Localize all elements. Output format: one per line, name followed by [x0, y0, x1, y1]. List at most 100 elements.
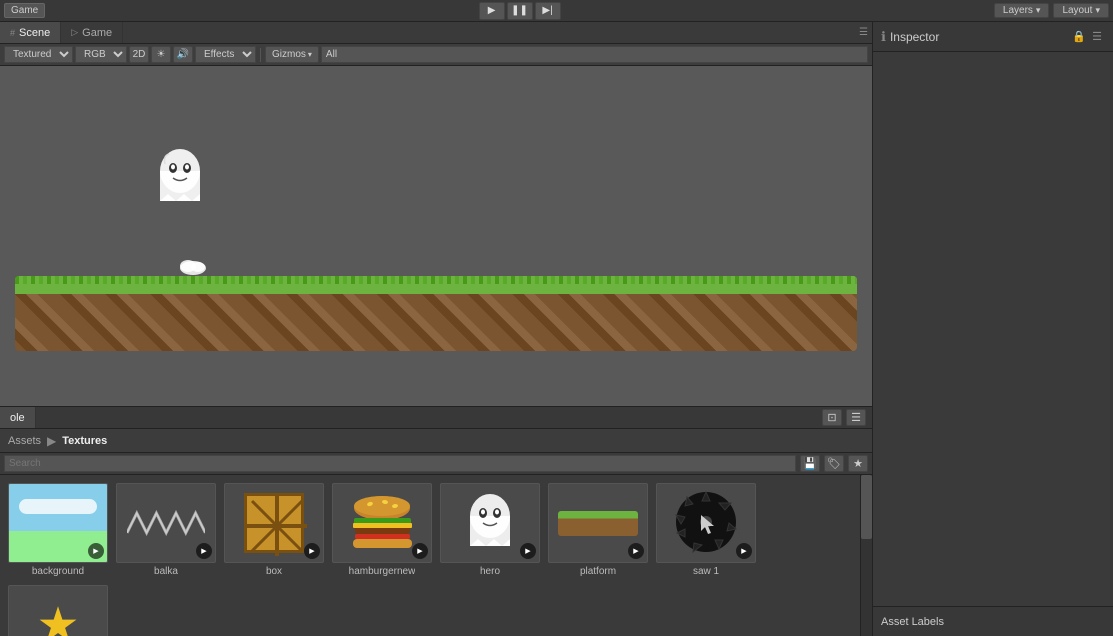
- star-preview: ★: [36, 597, 79, 636]
- platform-preview: [558, 511, 638, 536]
- playback-controls: ▶ ❚❚ ▶|: [479, 2, 561, 20]
- asset-item-platform[interactable]: ▶ platform: [548, 483, 648, 577]
- step-button[interactable]: ▶|: [535, 2, 561, 20]
- burger-preview: [350, 496, 415, 551]
- asset-thumb-background: ▶: [8, 483, 108, 563]
- asset-item-background[interactable]: ▶ background: [8, 483, 108, 577]
- asset-play-hamburgernew[interactable]: ▶: [412, 543, 428, 559]
- asset-item-hamburgernew[interactable]: ▶ hamburgernew: [332, 483, 432, 577]
- asset-item-box[interactable]: ▶ box: [224, 483, 324, 577]
- assets-breadcrumb-textures: Textures: [62, 435, 107, 447]
- asset-thumb-hero: ▶: [440, 483, 540, 563]
- ghost-character: [155, 146, 205, 211]
- asset-play-hero[interactable]: ▶: [520, 543, 536, 559]
- scene-toolbar: Textured RGB 2D ☀ 🔊 Effects Gizmos: [0, 44, 872, 66]
- dirt: [15, 294, 857, 351]
- asset-play-saw[interactable]: ▶: [736, 543, 752, 559]
- asset-label-balka: balka: [154, 566, 178, 577]
- inspector-menu-btn[interactable]: ☰: [1089, 29, 1105, 45]
- asset-play-balka[interactable]: ▶: [196, 543, 212, 559]
- scene-hash-icon: #: [10, 28, 15, 38]
- assets-search-bar: 💾 🏷 ★: [0, 453, 872, 475]
- bottom-tabs: ole ⊡ ☰: [0, 407, 872, 429]
- scene-game-tabs: # Scene ▷ Game ☰: [0, 22, 872, 44]
- asset-label-hero: hero: [480, 566, 500, 577]
- game-tab-label: Game: [82, 27, 112, 39]
- asset-label-platform: platform: [580, 566, 616, 577]
- asset-thumb-hamburgernew: ▶: [332, 483, 432, 563]
- hero-preview: [465, 491, 515, 556]
- bottom-tab-right-btns: ⊡ ☰: [822, 407, 872, 428]
- asset-item-hero[interactable]: ▶ hero: [440, 483, 540, 577]
- console-tab[interactable]: ole: [0, 407, 36, 428]
- inspector-title: Inspector: [890, 30, 939, 44]
- scene-content: [0, 66, 872, 406]
- effects-select[interactable]: Effects: [195, 46, 256, 63]
- scene-tab-label: Scene: [19, 27, 50, 39]
- box-preview: [244, 493, 304, 553]
- asset-item-balka[interactable]: ▶ balka: [116, 483, 216, 577]
- assets-search-input[interactable]: [4, 455, 796, 472]
- asset-thumb-balka: ▶: [116, 483, 216, 563]
- game-play-icon: ▷: [71, 27, 78, 38]
- asset-item-saw[interactable]: ▶ saw 1: [656, 483, 756, 577]
- tab-scene[interactable]: # Scene: [0, 22, 61, 43]
- left-panel: # Scene ▷ Game ☰ Textured RGB 2D ☀ 🔊 Eff…: [0, 22, 873, 636]
- assets-scrollbar[interactable]: [860, 475, 872, 636]
- render-mode-select[interactable]: Textured: [4, 46, 73, 63]
- assets-star-btn[interactable]: ★: [848, 455, 868, 472]
- top-bar-right: Layers Layout: [994, 3, 1113, 18]
- saw-preview: [671, 487, 741, 560]
- asset-thumb-platform: ▶: [548, 483, 648, 563]
- color-space-select[interactable]: RGB: [75, 46, 127, 63]
- speaker-btn[interactable]: 🔊: [173, 46, 193, 63]
- sun-btn[interactable]: ☀: [151, 46, 171, 63]
- toolbar-sep-1: [260, 48, 261, 62]
- bottom-more-btn[interactable]: ☰: [846, 409, 866, 426]
- top-bar: Game ▶ ❚❚ ▶| Layers Layout: [0, 0, 1113, 22]
- scene-tabs-menu[interactable]: ☰: [859, 22, 872, 43]
- layers-dropdown[interactable]: Layers: [994, 3, 1050, 18]
- scene-search-input[interactable]: [321, 46, 868, 63]
- assets-items-list: ▶ background: [0, 475, 860, 636]
- layout-dropdown[interactable]: Layout: [1053, 3, 1109, 18]
- assets-breadcrumb-assets[interactable]: Assets: [8, 435, 41, 447]
- right-panel: ℹ Inspector 🔒 ☰ Asset Labels: [873, 22, 1113, 636]
- main-area: # Scene ▷ Game ☰ Textured RGB 2D ☀ 🔊 Eff…: [0, 22, 1113, 636]
- assets-content: ▶ background: [0, 475, 872, 636]
- inspector-body: [873, 52, 1113, 606]
- assets-tag-btn[interactable]: 🏷: [824, 455, 844, 472]
- scene-viewport[interactable]: [0, 66, 872, 406]
- game-label-btn[interactable]: Game: [4, 3, 45, 18]
- bottom-panel: ole ⊡ ☰ Assets ▶ Textures 💾 🏷 ★: [0, 406, 872, 636]
- asset-label-box: box: [266, 566, 282, 577]
- asset-thumb-star: ★ ▶: [8, 585, 108, 636]
- cloud-object: [178, 256, 208, 276]
- asset-label-hamburgernew: hamburgernew: [349, 566, 416, 577]
- balka-preview: [127, 508, 205, 538]
- play-button[interactable]: ▶: [479, 2, 505, 20]
- pause-button[interactable]: ❚❚: [507, 2, 533, 20]
- console-tab-label: ole: [10, 412, 25, 424]
- asset-labels-title: Asset Labels: [881, 616, 944, 628]
- asset-label-background: background: [32, 566, 84, 577]
- assets-save-btn[interactable]: 💾: [800, 455, 820, 472]
- asset-item-star[interactable]: ★ ▶ star: [8, 585, 108, 636]
- asset-labels-section: Asset Labels: [873, 606, 1113, 636]
- asset-play-box[interactable]: ▶: [304, 543, 320, 559]
- gizmos-btn[interactable]: Gizmos: [265, 46, 319, 63]
- tab-game[interactable]: ▷ Game: [61, 22, 123, 43]
- assets-header: Assets ▶ Textures: [0, 429, 872, 453]
- top-bar-left: Game: [0, 3, 45, 18]
- background-clouds: [19, 499, 97, 514]
- bottom-lock-btn[interactable]: ⊡: [822, 409, 842, 426]
- assets-scrollbar-thumb[interactable]: [861, 475, 872, 539]
- inspector-icon: ℹ: [881, 29, 886, 45]
- asset-play-platform[interactable]: ▶: [628, 543, 644, 559]
- asset-play-background[interactable]: ▶: [88, 543, 104, 559]
- asset-thumb-saw: ▶: [656, 483, 756, 563]
- inspector-lock-btn[interactable]: 🔒: [1071, 29, 1087, 45]
- 2d-mode-btn[interactable]: 2D: [129, 46, 149, 63]
- inspector-header: ℹ Inspector 🔒 ☰: [873, 22, 1113, 52]
- inspector-header-btns: 🔒 ☰: [1071, 29, 1105, 45]
